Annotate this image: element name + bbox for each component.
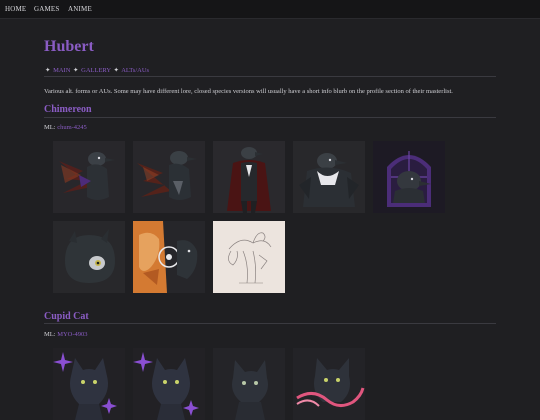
crow-character-white-ruff-icon — [293, 141, 365, 213]
gallery-thumbnail[interactable] — [133, 348, 205, 420]
breadcrumb-separator: ✦ — [113, 67, 119, 74]
crow-character-purple-window-icon — [373, 141, 445, 213]
gallery-thumbnail[interactable] — [373, 141, 445, 213]
dark-cat-purple-sparkles-icon — [53, 348, 125, 420]
ml-label: ML: — [44, 124, 56, 131]
gallery-thumbnail[interactable] — [53, 348, 125, 420]
round-dark-creature-icon — [53, 221, 125, 293]
section-title-chimereon: Chimereon — [44, 104, 92, 115]
nav-games-link[interactable]: GAMES — [34, 5, 60, 13]
gallery-thumbnail[interactable] — [213, 348, 285, 420]
breadcrumb-main-link[interactable]: MAIN — [53, 67, 70, 74]
header-divider — [44, 76, 496, 77]
crow-character-red-cloak-icon — [213, 141, 285, 213]
gallery-thumbnail[interactable] — [213, 221, 285, 293]
masterlist-link-row: ML: MYO-4903 — [44, 331, 88, 338]
ml-label: ML: — [44, 331, 56, 338]
gallery-thumbnail[interactable] — [133, 221, 205, 293]
masterlist-link-row: ML: chum-4245 — [44, 124, 87, 131]
gallery-thumbnail[interactable] — [293, 348, 365, 420]
dark-cat-sitting-icon — [213, 348, 285, 420]
gallery-thumbnail[interactable] — [133, 141, 205, 213]
breadcrumb-separator: ✦ — [45, 67, 51, 74]
breadcrumb: ✦ MAIN ✦ GALLERY ✦ ALTs/AUs — [44, 66, 149, 74]
gallery-thumbnail[interactable] — [213, 141, 285, 213]
nav-anime-link[interactable]: ANIME — [68, 5, 92, 13]
crow-character-dark-red-2-icon — [133, 141, 205, 213]
crow-character-dark-red-icon — [53, 141, 125, 213]
section-divider — [44, 117, 496, 118]
breadcrumb-alts-link[interactable]: ALTs/AUs — [121, 67, 149, 74]
breadcrumb-separator: ✦ — [73, 67, 79, 74]
dark-cat-pink-ribbon-icon — [293, 348, 365, 420]
masterlist-link[interactable]: chum-4245 — [57, 124, 87, 131]
gallery-thumbnail[interactable] — [53, 221, 125, 293]
orange-fox-and-dark-creature-icon — [133, 221, 205, 293]
top-navigation: HOME GAMES ANIME — [0, 0, 540, 19]
page-description: Various alt. forms or AUs. Some may have… — [44, 88, 453, 95]
dark-cat-purple-sparkles-2-icon — [133, 348, 205, 420]
masterlist-link[interactable]: MYO-4903 — [57, 331, 87, 338]
section-divider — [44, 323, 496, 324]
sketch-bird-creature-icon — [213, 221, 285, 293]
nav-home-link[interactable]: HOME — [5, 5, 26, 13]
breadcrumb-gallery-link[interactable]: GALLERY — [81, 67, 111, 74]
section-title-cupid-cat: Cupid Cat — [44, 311, 89, 322]
gallery-thumbnail[interactable] — [53, 141, 125, 213]
page-title: Hubert — [44, 38, 94, 55]
gallery-thumbnail[interactable] — [293, 141, 365, 213]
